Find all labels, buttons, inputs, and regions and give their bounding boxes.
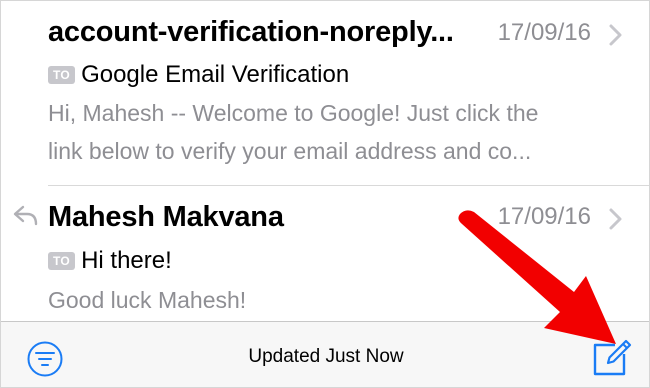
mail-subject: Hi there! (81, 247, 172, 274)
to-badge: TO (48, 66, 76, 84)
update-status: Updated Just Now (248, 346, 404, 367)
mail-preview-line: link below to verify your email address … (48, 138, 532, 164)
replied-icon (13, 205, 38, 226)
chevron-right-icon (609, 208, 622, 230)
mail-subject-row: TO Hi there! (48, 247, 172, 275)
mail-sender: Mahesh Makvana (48, 201, 284, 233)
list-divider (48, 185, 649, 186)
compose-icon[interactable] (591, 336, 633, 378)
mail-date: 17/09/16 (497, 203, 591, 230)
bottom-toolbar: Updated Just Now (1, 321, 649, 387)
mail-subject: Google Email Verification (81, 61, 350, 88)
mail-preview-line: Good luck Mahesh! (48, 287, 247, 313)
mail-sender: account-verification-noreply... (48, 16, 454, 48)
mail-date: 17/09/16 (497, 19, 591, 46)
mail-preview: Good luck Mahesh! (48, 281, 623, 319)
chevron-right-icon (609, 24, 622, 46)
mail-subject-row: TO Google Email Verification (48, 61, 349, 89)
mail-list-screen: account-verification-noreply... 17/09/16… (0, 0, 650, 388)
to-badge: TO (48, 252, 76, 270)
mail-preview-line: Hi, Mahesh -- Welcome to Google! Just cl… (48, 100, 539, 126)
mail-preview: Hi, Mahesh -- Welcome to Google! Just cl… (48, 94, 623, 170)
